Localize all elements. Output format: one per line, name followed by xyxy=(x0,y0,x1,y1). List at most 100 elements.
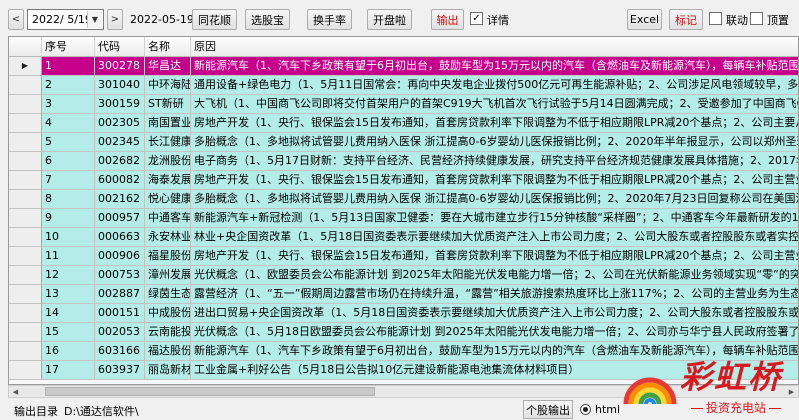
html-radio[interactable] xyxy=(580,404,591,415)
cell-index[interactable]: 8 xyxy=(42,190,95,209)
current-row-marker-icon[interactable]: ▶ xyxy=(9,57,42,76)
row-header[interactable] xyxy=(9,285,42,304)
scroll-left-icon[interactable]: ◀ xyxy=(9,386,22,397)
cell-name[interactable]: 丽岛新材 xyxy=(145,361,191,380)
row-header[interactable] xyxy=(9,304,42,323)
cell-name[interactable]: 华昌达 xyxy=(145,57,191,76)
table-row[interactable]: 7 600082 海泰发展 房地产开发（1、央行、银保监会15日发布通知，首套房贷款利… xyxy=(9,171,798,190)
cell-name[interactable]: 南国置业 xyxy=(145,114,191,133)
cell-name[interactable]: 悦心健康 xyxy=(145,190,191,209)
table-row[interactable]: 8 002162 悦心健康 多胎概念（1、多地拟将试管婴儿费用纳入医保 浙江提高0-6… xyxy=(9,190,798,209)
cell-index[interactable]: 2 xyxy=(42,76,95,95)
table-row[interactable]: 4 002305 南国置业 房地产开发（1、央行、银保监会15日发布通知，首套房贷款利… xyxy=(9,114,798,133)
cell-index[interactable]: 16 xyxy=(42,342,95,361)
table-row[interactable]: ▶ 1 300278 华昌达 新能源汽车（1、汽车下乡政策有望于6月初出台，鼓励车型为1… xyxy=(9,57,798,76)
cell-code[interactable]: 002305 xyxy=(95,114,145,133)
cell-name[interactable]: 中通客车 xyxy=(145,209,191,228)
table-row[interactable]: 11 000906 福星股份 房地产开发（1、央行、银保监会15日发布通知，首套房贷款… xyxy=(9,247,798,266)
cell-code[interactable]: 002682 xyxy=(95,152,145,171)
column-header-reason[interactable]: 原因 xyxy=(191,37,798,57)
cell-reason[interactable]: 通用设备+绿色电力（1、5月11日国常会：再向中央发电企业拨付500亿元可再生能… xyxy=(191,76,798,95)
cell-reason[interactable]: 光伏概念（1、5月18日欧盟委员会公布能源计划 到2025年太阳能光伏发电能力增… xyxy=(191,323,798,342)
cell-code[interactable]: 301040 xyxy=(95,76,145,95)
row-header[interactable] xyxy=(9,95,42,114)
cell-reason[interactable]: 新能源汽车+新冠检测（1、5月13日国家卫健委：要在大城市建立步行15分钟核酸“… xyxy=(191,209,798,228)
cell-index[interactable]: 10 xyxy=(42,228,95,247)
row-header[interactable] xyxy=(9,133,42,152)
row-header[interactable] xyxy=(9,266,42,285)
column-header-code[interactable]: 代码 xyxy=(95,37,145,57)
cell-code[interactable]: 603166 xyxy=(95,342,145,361)
prev-date-button[interactable]: < xyxy=(8,9,24,30)
row-header[interactable] xyxy=(9,171,42,190)
row-header[interactable] xyxy=(9,152,42,171)
row-header[interactable] xyxy=(9,190,42,209)
cell-reason[interactable]: 房地产开发（1、央行、银保监会15日发布通知，首套房贷款利率下限调整为不低于相应… xyxy=(191,247,798,266)
kaipanla-button[interactable]: 开盘啦 xyxy=(367,9,412,30)
cell-code[interactable]: 300159 xyxy=(95,95,145,114)
cell-reason[interactable]: 多胎概念（1、多地拟将试管婴儿费用纳入医保 浙江提高0-6岁婴幼儿医保报销比例；… xyxy=(191,133,798,152)
mark-button[interactable]: 标记 xyxy=(669,9,703,30)
cell-index[interactable]: 5 xyxy=(42,133,95,152)
cell-reason[interactable]: 多胎概念（1、多地拟将试管婴儿费用纳入医保 浙江提高0-6岁婴幼儿医保报销比例；… xyxy=(191,190,798,209)
cell-code[interactable]: 000906 xyxy=(95,247,145,266)
cell-index[interactable]: 12 xyxy=(42,266,95,285)
cell-reason[interactable]: 电子商务（1、5月17日财新：支持平台经济、民营经济持续健康发展，研究支持平台经… xyxy=(191,152,798,171)
table-row[interactable]: 6 002682 龙洲股份 电子商务（1、5月17日财新：支持平台经济、民营经济持续健… xyxy=(9,152,798,171)
cell-name[interactable]: 长江健康 xyxy=(145,133,191,152)
cell-name[interactable]: 中环海陆 xyxy=(145,76,191,95)
table-row[interactable]: 9 000957 中通客车 新能源汽车+新冠检测（1、5月13日国家卫健委：要在大城市… xyxy=(9,209,798,228)
zhiding-checkbox[interactable] xyxy=(750,12,763,25)
cell-reason[interactable]: 新能源汽车（1、汽车下乡政策有望于6月初出台，鼓励车型为15万元以内的汽车（含燃… xyxy=(191,57,798,76)
row-header[interactable] xyxy=(9,114,42,133)
cell-code[interactable]: 300278 xyxy=(95,57,145,76)
cell-name[interactable]: 福星股份 xyxy=(145,247,191,266)
cell-reason[interactable]: 光伏概念（1、欧盟委员会公布能源计划 到2025年太阳能光伏发电能力增一倍；2、… xyxy=(191,266,798,285)
cell-index[interactable]: 17 xyxy=(42,361,95,380)
cell-reason[interactable]: 房地产开发（1、央行、银保监会15日发布通知，首套房贷款利率下限调整为不低于相应… xyxy=(191,171,798,190)
stock-grid[interactable]: 序号 代码 名称 原因 ▶ 1 300278 华昌达 新能源汽车（1、汽车下乡政策有望于… xyxy=(8,36,799,385)
cell-code[interactable]: 000753 xyxy=(95,266,145,285)
table-row[interactable]: 2 301040 中环海陆 通用设备+绿色电力（1、5月11日国常会：再向中央发电企业… xyxy=(9,76,798,95)
cell-index[interactable]: 15 xyxy=(42,323,95,342)
cell-index[interactable]: 11 xyxy=(42,247,95,266)
liandong-checkbox[interactable] xyxy=(709,12,722,25)
excel-button[interactable]: Excel xyxy=(627,9,662,30)
table-row[interactable]: 12 000753 漳州发展 光伏概念（1、欧盟委员会公布能源计划 到2025年太阳能… xyxy=(9,266,798,285)
column-header-name[interactable]: 名称 xyxy=(145,37,191,57)
xuangubao-button[interactable]: 选股宝 xyxy=(245,9,290,30)
table-row[interactable]: 10 000663 永安林业 林业+央企国资改革（1、5月18日国资委表示要继续加大优… xyxy=(9,228,798,247)
cell-index[interactable]: 1 xyxy=(42,57,95,76)
cell-name[interactable]: 海泰发展 xyxy=(145,171,191,190)
cell-code[interactable]: 002345 xyxy=(95,133,145,152)
cell-name[interactable]: 福达股份 xyxy=(145,342,191,361)
row-header[interactable] xyxy=(9,361,42,380)
cell-name[interactable]: 中成股份 xyxy=(145,304,191,323)
cell-code[interactable]: 000957 xyxy=(95,209,145,228)
cell-code[interactable]: 002887 xyxy=(95,285,145,304)
cell-name[interactable]: 永安林业 xyxy=(145,228,191,247)
date-picker[interactable]: 2022/ 5/19 ▼ xyxy=(27,9,104,30)
cell-reason[interactable]: 房地产开发（1、央行、银保监会15日发布通知，首套房贷款利率下限调整为不低于相应… xyxy=(191,114,798,133)
cell-index[interactable]: 13 xyxy=(42,285,95,304)
cell-name[interactable]: 漳州发展 xyxy=(145,266,191,285)
output-button[interactable]: 输出 xyxy=(431,9,464,30)
table-row[interactable]: 5 002345 长江健康 多胎概念（1、多地拟将试管婴儿费用纳入医保 浙江提高0-6… xyxy=(9,133,798,152)
tonghuashun-button[interactable]: 同花顺 xyxy=(192,9,237,30)
row-header[interactable] xyxy=(9,76,42,95)
row-header[interactable] xyxy=(9,209,42,228)
column-header-index[interactable]: 序号 xyxy=(42,37,95,57)
cell-reason[interactable]: 大飞机（1、中国商飞公司即将交付首架用户的首架C919大飞机首次飞行试验于5月1… xyxy=(191,95,798,114)
detail-checkbox[interactable]: ✓ xyxy=(470,12,483,25)
cell-code[interactable]: 603937 xyxy=(95,361,145,380)
cell-index[interactable]: 7 xyxy=(42,171,95,190)
cell-code[interactable]: 000151 xyxy=(95,304,145,323)
table-row[interactable]: 3 300159 ST新研 大飞机（1、中国商飞公司即将交付首架用户的首架C919大飞… xyxy=(9,95,798,114)
table-row[interactable]: 15 002053 云南能投 光伏概念（1、5月18日欧盟委员会公布能源计划 到202… xyxy=(9,323,798,342)
cell-name[interactable]: 云南能投 xyxy=(145,323,191,342)
cell-name[interactable]: ST新研 xyxy=(145,95,191,114)
cell-code[interactable]: 002053 xyxy=(95,323,145,342)
row-header[interactable] xyxy=(9,323,42,342)
chevron-down-icon[interactable]: ▼ xyxy=(87,11,102,28)
next-date-button[interactable]: > xyxy=(107,9,123,30)
